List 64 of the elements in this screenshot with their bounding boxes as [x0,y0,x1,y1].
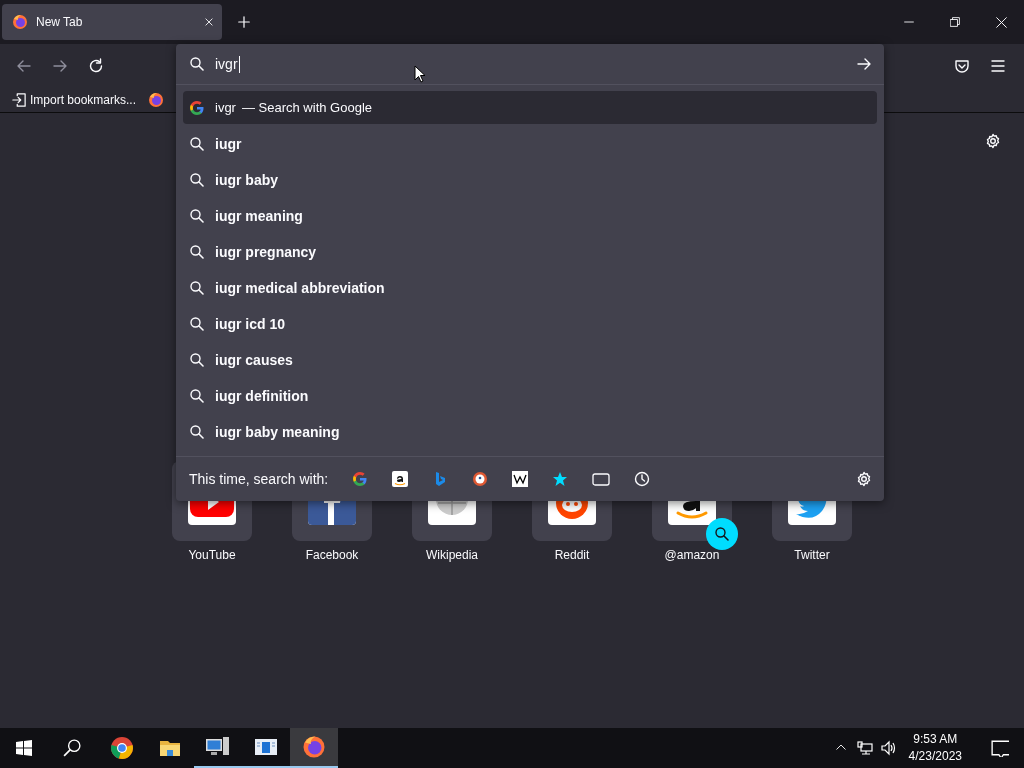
browser-tab[interactable]: New Tab [2,4,222,40]
search-suggestion[interactable]: iugr definition [183,378,877,414]
search-suggestion[interactable]: iugr baby [183,162,877,198]
search-icon [189,172,205,188]
network-icon[interactable] [856,740,873,756]
search-icon [189,424,205,440]
mouse-pointer-icon [414,65,426,83]
back-arrow-icon[interactable] [16,58,32,74]
window-icon[interactable] [254,737,278,757]
plus-icon[interactable] [237,15,251,29]
google-icon [189,99,205,116]
search-icon[interactable] [63,739,81,757]
top-site-label: @amazon [664,548,720,562]
chrome-icon[interactable] [110,736,134,760]
search-suggestion[interactable]: iugr icd 10 [183,306,877,342]
search-icon [189,244,205,260]
search-icon [189,56,205,72]
close-icon[interactable] [995,16,1007,28]
top-site-label: Reddit [554,548,590,562]
google-icon[interactable] [352,471,369,487]
import-icon [12,93,26,107]
restore-icon[interactable] [950,17,960,27]
amazon-icon[interactable] [392,471,409,487]
import-bookmarks-link[interactable]: Import bookmarks... [12,93,137,107]
search-suggestion[interactable]: iugr meaning [183,198,877,234]
search-icon [189,280,205,296]
taskbar-clock[interactable]: 9:53 AM 4/23/2023 [900,731,972,765]
speaker-icon[interactable] [880,740,897,756]
forward-arrow-icon[interactable] [52,58,68,74]
top-site-label: Wikipedia [426,548,478,562]
windows-start-icon[interactable] [16,740,32,756]
close-icon[interactable] [204,17,214,27]
search-icon [714,526,730,542]
menu-icon[interactable] [990,58,1006,74]
search-icon [189,136,205,152]
pocket-icon[interactable] [954,58,970,74]
search-suggestion[interactable]: iugr [183,126,877,162]
settings-icon[interactable] [856,471,872,487]
firefox-icon [12,14,28,30]
wikipedia-icon[interactable] [512,471,529,487]
go-arrow-icon[interactable] [856,56,872,72]
duck-icon[interactable] [472,471,489,487]
search-suggestion[interactable]: iugr medical abbreviation [183,270,877,306]
firefox-icon [148,92,165,108]
search-icon [189,316,205,332]
history-icon[interactable] [634,471,651,487]
top-site-label: Twitter [794,548,830,562]
search-with-label: This time, search with: [189,471,329,487]
notification-icon[interactable] [991,739,1009,757]
reload-icon[interactable] [88,58,104,74]
search-suggestion[interactable]: iugr baby meaning [183,414,877,450]
settings-icon[interactable] [985,133,1001,149]
tabs-icon[interactable] [592,471,611,487]
tab-title: New Tab [36,15,84,29]
top-site-label: Facebook [305,548,359,562]
search-icon [189,352,205,368]
star-icon[interactable] [552,471,569,487]
search-icon [189,388,205,404]
search-suggestion[interactable]: iugr causes [183,342,877,378]
search-engine-result[interactable]: ivgr — Search with Google [183,91,877,124]
firefox-icon[interactable] [302,735,326,759]
top-site-label: YouTube [188,548,236,562]
search-icon [189,208,205,224]
search-suggestion[interactable]: iugr pregnancy [183,234,877,270]
